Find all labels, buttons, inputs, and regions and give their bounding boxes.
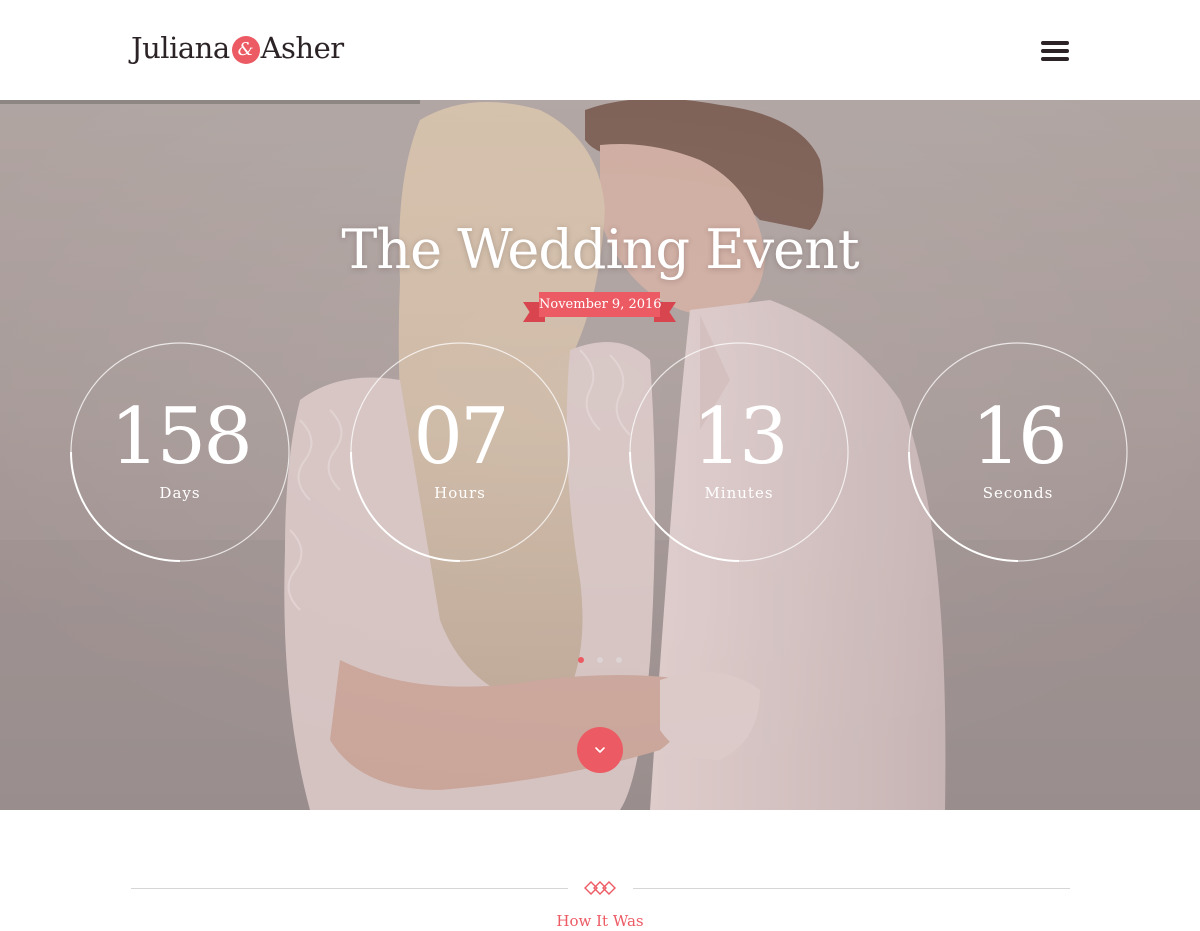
countdown-unit: Hours bbox=[434, 484, 486, 502]
site-logo[interactable]: Juliana & Asher bbox=[131, 28, 344, 68]
countdown-seconds: 16 Seconds bbox=[908, 342, 1128, 562]
slide-progress-bar bbox=[0, 100, 420, 104]
date-ribbon: November 9, 2016 bbox=[523, 292, 676, 324]
slider-dot[interactable] bbox=[597, 657, 603, 663]
slider-dot[interactable] bbox=[578, 657, 584, 663]
countdown-value: 13 bbox=[692, 392, 788, 482]
site-header: Juliana & Asher bbox=[0, 0, 1200, 100]
countdown-value: 158 bbox=[110, 392, 253, 482]
logo-ampersand-badge: & bbox=[231, 35, 260, 64]
section-heading: How It Was bbox=[556, 912, 644, 930]
slider-dot[interactable] bbox=[616, 657, 622, 663]
countdown-unit: Minutes bbox=[704, 484, 774, 502]
event-date: November 9, 2016 bbox=[539, 292, 662, 317]
scroll-down-button[interactable] bbox=[577, 727, 623, 773]
section-divider-left bbox=[131, 888, 568, 889]
countdown-unit: Seconds bbox=[982, 484, 1054, 502]
countdown-value: 16 bbox=[971, 392, 1067, 482]
section-divider-right bbox=[633, 888, 1070, 889]
logo-first-name: Juliana bbox=[131, 31, 230, 65]
slider-pagination bbox=[576, 656, 626, 664]
countdown-hours: 07 Hours bbox=[350, 342, 570, 562]
countdown-days: 158 Days bbox=[70, 342, 290, 562]
hamburger-menu-icon[interactable] bbox=[1039, 38, 1071, 64]
countdown-unit: Days bbox=[159, 484, 201, 502]
countdown-minutes: 13 Minutes bbox=[629, 342, 849, 562]
hero-slider: The Wedding Event November 9, 2016 158 D… bbox=[0, 100, 1200, 810]
logo-second-name: Asher bbox=[260, 31, 345, 65]
countdown-value: 07 bbox=[413, 392, 509, 482]
chevron-down-icon bbox=[595, 747, 605, 753]
diamond-ornament-icon bbox=[584, 881, 616, 895]
hero-title: The Wedding Event bbox=[341, 218, 859, 281]
